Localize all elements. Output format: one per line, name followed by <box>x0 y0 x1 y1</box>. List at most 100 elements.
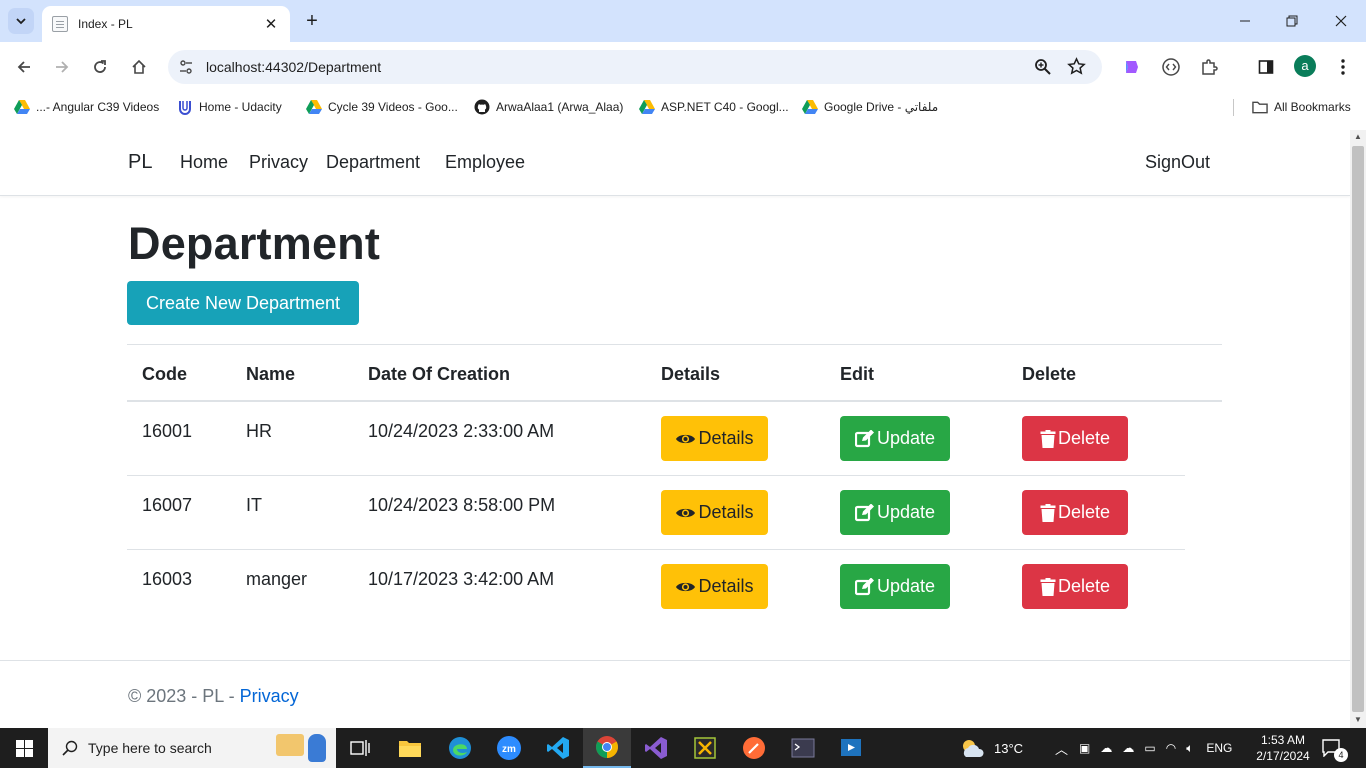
notification-center[interactable]: 4 <box>1322 728 1348 768</box>
page-scrollbar[interactable]: ▲ ▼ <box>1350 130 1366 728</box>
back-button[interactable] <box>11 54 37 80</box>
delete-label: Delete <box>1057 576 1111 596</box>
minimize-icon <box>1240 20 1250 22</box>
delete-button[interactable]: Delete <box>1022 490 1128 535</box>
details-button[interactable]: Details <box>661 564 768 609</box>
bookmark-item[interactable]: ArwaAlaa1 (Arwa_Alaa) <box>474 98 623 116</box>
nav-link-privacy[interactable]: Privacy <box>249 152 308 173</box>
dev-extension-button[interactable] <box>1158 54 1184 80</box>
address-bar[interactable]: localhost:44302/Department <box>168 50 1102 84</box>
reload-button[interactable] <box>87 54 113 80</box>
language-indicator[interactable]: ENG <box>1206 741 1232 755</box>
edit-icon <box>854 503 874 521</box>
tray-chevron-up-icon[interactable]: ︿ <box>1055 739 1068 758</box>
profile-avatar[interactable]: a <box>1294 55 1316 77</box>
new-tab-button[interactable]: + <box>300 9 324 33</box>
cloud-sync-icon[interactable]: ☁ <box>1122 741 1134 755</box>
update-button[interactable]: Update <box>840 416 950 461</box>
taskbar-clock[interactable]: 1:53 AM 2/17/2024 <box>1253 732 1313 764</box>
bookmarks-divider <box>1233 99 1234 116</box>
weather-widget[interactable]: 13°C <box>960 728 1023 768</box>
scroll-down-icon[interactable]: ▼ <box>1354 715 1362 724</box>
scroll-up-icon[interactable]: ▲ <box>1354 132 1362 141</box>
search-icon <box>62 740 78 756</box>
start-button[interactable] <box>0 728 48 768</box>
more-vertical-icon <box>1341 59 1345 75</box>
taskbar-vscode[interactable] <box>534 728 582 768</box>
bookmark-label: ArwaAlaa1 (Arwa_Alaa) <box>496 100 624 114</box>
page-icon <box>52 16 68 32</box>
taskbar-visual-studio[interactable] <box>632 728 680 768</box>
taskbar-terminal[interactable] <box>779 728 827 768</box>
taskbar-chrome[interactable] <box>583 728 631 768</box>
windows-logo-icon <box>15 739 33 757</box>
menu-button[interactable] <box>1330 54 1356 80</box>
home-button[interactable] <box>126 54 152 80</box>
column-header-delete: Delete <box>1022 364 1077 384</box>
taskbar-tool-app[interactable] <box>681 728 729 768</box>
taskbar-file-explorer[interactable] <box>386 728 434 768</box>
meet-now-icon[interactable]: ▣ <box>1079 741 1090 755</box>
taskbar-zoom[interactable]: zm <box>485 728 533 768</box>
taskbar-edge[interactable] <box>436 728 484 768</box>
details-label: Details <box>698 576 754 596</box>
bookmark-item[interactable]: ASP.NET C40 - Googl... <box>639 98 789 116</box>
google-drive-icon <box>639 99 655 115</box>
delete-label: Delete <box>1057 428 1111 448</box>
clock-date: 2/17/2024 <box>1256 749 1310 763</box>
nav-link-home[interactable]: Home <box>180 152 228 173</box>
close-window-button[interactable] <box>1318 0 1364 42</box>
details-label: Details <box>698 428 754 448</box>
delete-button[interactable]: Delete <box>1022 416 1128 461</box>
chevron-down-icon <box>16 18 26 25</box>
zoom-icon[interactable] <box>1034 58 1052 76</box>
footer-copyright: © 2023 - PL - <box>128 686 240 706</box>
navbar-brand[interactable]: PL <box>128 151 152 174</box>
scrollbar-thumb[interactable] <box>1352 146 1364 712</box>
delete-button[interactable]: Delete <box>1022 564 1128 609</box>
extension-button[interactable] <box>1118 54 1144 80</box>
task-view-button[interactable] <box>336 728 384 768</box>
terminal-icon <box>791 738 815 758</box>
site-settings-icon[interactable] <box>178 59 194 75</box>
nav-link-employee[interactable]: Employee <box>445 152 525 173</box>
bookmark-item[interactable]: Google Drive - ملفاتي <box>802 98 938 116</box>
nav-link-department[interactable]: Department <box>326 152 420 173</box>
weather-temp: 13°C <box>994 740 1024 756</box>
google-drive-icon <box>802 99 818 115</box>
taskbar-media-app[interactable] <box>828 728 876 768</box>
bookmark-item[interactable]: Home - Udacity <box>177 98 282 116</box>
create-department-button[interactable]: Create New Department <box>127 281 359 325</box>
update-button[interactable]: Update <box>840 490 950 535</box>
details-button[interactable]: Details <box>661 416 768 461</box>
close-tab-icon[interactable]: ✕ <box>262 15 280 33</box>
bookmark-item[interactable]: ...- Angular C39 Videos <box>14 98 159 116</box>
bookmark-star-icon[interactable] <box>1067 57 1086 76</box>
browser-tab-strip: Index - PL ✕ + <box>0 0 1366 42</box>
all-bookmarks-button[interactable]: All Bookmarks <box>1252 98 1351 116</box>
extensions-button[interactable] <box>1196 54 1222 80</box>
wifi-icon[interactable]: ◠ <box>1166 741 1176 755</box>
code-circle-icon <box>1162 58 1180 76</box>
volume-icon[interactable]: 🔈︎ <box>1186 741 1193 756</box>
bookmark-item[interactable]: Cycle 39 Videos - Goo... <box>306 98 458 116</box>
update-button[interactable]: Update <box>840 564 950 609</box>
signout-link[interactable]: SignOut <box>1145 152 1210 173</box>
details-button[interactable]: Details <box>661 490 768 535</box>
tab-search-button[interactable] <box>8 8 34 34</box>
taskbar-postman[interactable] <box>730 728 778 768</box>
folder-icon <box>1252 99 1268 115</box>
restore-button[interactable] <box>1269 0 1315 42</box>
minimize-button[interactable] <box>1222 0 1268 42</box>
column-header-name: Name <box>246 364 296 384</box>
cell-date: 10/17/2023 3:42:00 AM <box>368 569 555 589</box>
side-panel-button[interactable] <box>1253 54 1279 80</box>
footer-privacy-link[interactable]: Privacy <box>240 686 299 706</box>
page-viewport: PL Home Privacy Department Employee Sign… <box>0 130 1350 728</box>
taskbar-search-box[interactable]: Type here to search <box>48 728 336 768</box>
forward-button[interactable] <box>49 54 75 80</box>
battery-icon[interactable]: ▭ <box>1144 741 1155 755</box>
browser-tab[interactable]: Index - PL ✕ <box>42 6 290 42</box>
svg-text:zm: zm <box>502 744 516 755</box>
onedrive-icon[interactable]: ☁ <box>1100 741 1112 755</box>
